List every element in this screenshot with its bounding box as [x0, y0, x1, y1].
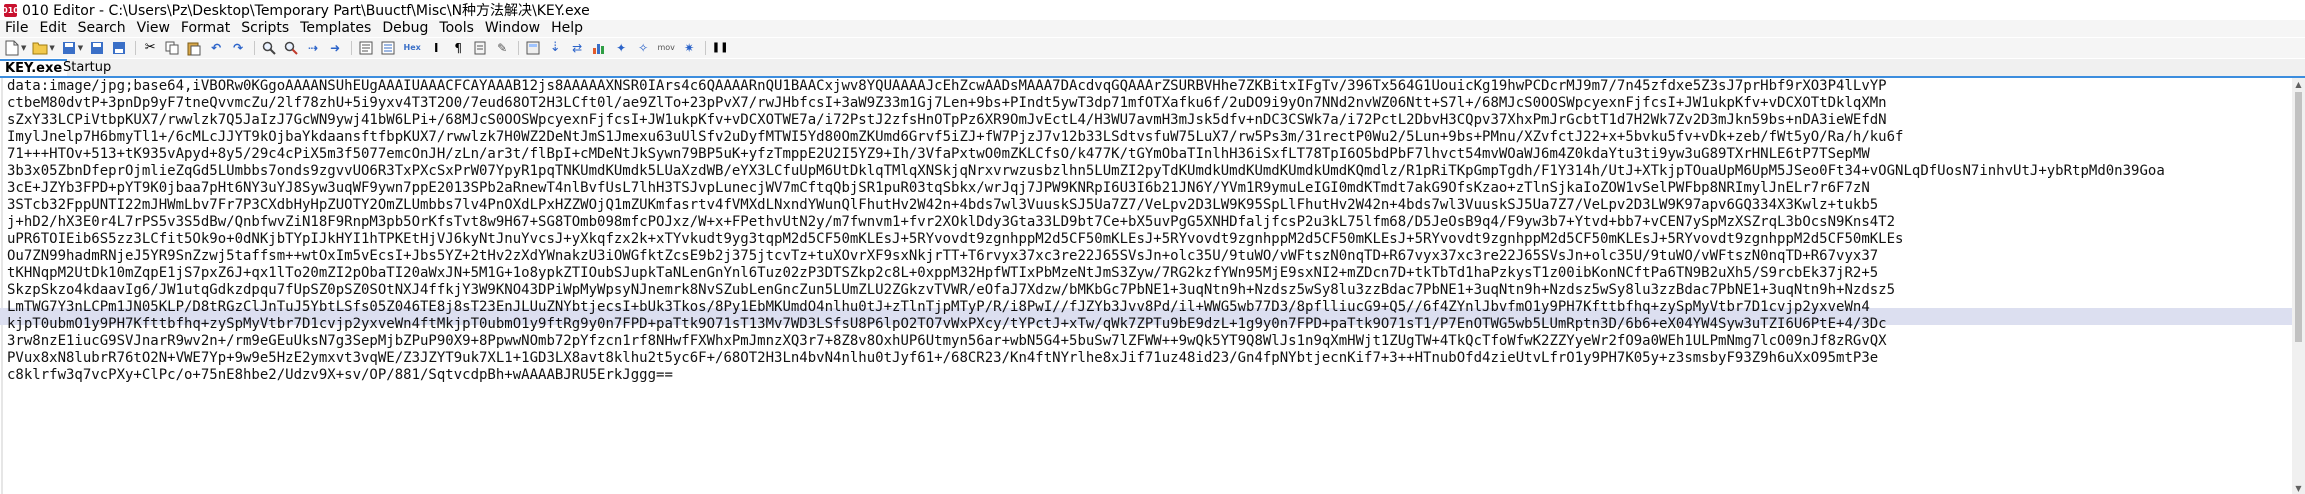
find-next-icon[interactable]: ⇢	[305, 40, 321, 56]
replace-icon[interactable]	[283, 40, 299, 56]
title-bar: 010 010 Editor - C:\Users\Pz\Desktop\Tem…	[0, 0, 2305, 20]
menu-view[interactable]: View	[132, 20, 176, 37]
tab-startup[interactable]: Startup	[58, 59, 116, 76]
editor-line[interactable]: tKHNqpM2UtDk10mZqpE1jS7pxZ6J+qx1lTo20mZI…	[7, 265, 1878, 282]
redo-icon[interactable]: ↷	[230, 40, 246, 56]
copy-icon[interactable]	[164, 40, 180, 56]
editor-line[interactable]: 3rw8nzE1iucG9SVJnarR9wv2n+/rm9eGEuUksN7g…	[7, 333, 1887, 350]
chevron-down-icon[interactable]: ▼	[49, 44, 54, 52]
scroll-down-icon[interactable]: ▼	[2292, 482, 2305, 494]
menu-window[interactable]: Window	[480, 20, 546, 37]
new-file-icon[interactable]	[4, 40, 20, 56]
editor-line[interactable]: 71+++HTOv+513+tK935vApyd+8y5/29c4cPiX5m3…	[7, 146, 1870, 163]
paragraph-icon[interactable]: ¶	[450, 40, 466, 56]
script-icon[interactable]: ✷	[681, 40, 697, 56]
toolbar-divider	[518, 41, 520, 55]
tab-label: Startup	[63, 60, 112, 75]
menu-templates[interactable]: Templates	[295, 20, 377, 37]
toolbar: ▼ ▼ ▼ ✂ ↶ ↷ ⇢ ➜ Hex I ¶ ✎ ⇣ ⇄ ✦ ✧ mov ✷ …	[0, 38, 2305, 58]
editor-line[interactable]: j+hD2/hX3E0r4L7rPS5v3S5dBw/QnbfwvZiN18F9…	[7, 214, 1895, 231]
open-folder-icon[interactable]	[32, 40, 48, 56]
editor-line[interactable]: uPR6TOIEib6S5zz3LCfit5Ok9o+0dNKjbTYpIJkH…	[7, 231, 1903, 248]
menu-bar: File Edit Search View Format Scripts Tem…	[0, 20, 2305, 37]
menu-tools[interactable]: Tools	[434, 20, 480, 37]
text-view-icon[interactable]	[380, 40, 396, 56]
editor-line[interactable]: kjpT0ubmO1y9PH7Kfttbfhq+zySpMyVtbr7D1cvj…	[7, 316, 1887, 333]
editor-line[interactable]: ctbeM80dvtP+3pnDp9yF7tneQvvmcZu/2lf78zhU…	[7, 95, 1887, 112]
toolbar-divider	[705, 41, 707, 55]
menu-scripts[interactable]: Scripts	[236, 20, 295, 37]
close-file-icon[interactable]	[111, 40, 127, 56]
save-all-icon[interactable]	[89, 40, 105, 56]
checksum-icon[interactable]: ✦	[613, 40, 629, 56]
histogram-icon[interactable]	[591, 40, 607, 56]
editor-line[interactable]: sZxY33LCPiVtbpKUX7/rwwlzk7Q5JaIzJ7GcWN9y…	[7, 112, 1887, 129]
vertical-scrollbar[interactable]: ▲ ▼	[2292, 78, 2305, 494]
undo-icon[interactable]: ↶	[208, 40, 224, 56]
inspector-icon[interactable]: ⇣	[547, 40, 563, 56]
menu-file[interactable]: File	[0, 20, 34, 37]
chevron-down-icon[interactable]: ▼	[78, 44, 83, 52]
tab-bar: KEY.exe Startup	[0, 59, 2305, 78]
editor-line[interactable]: ImylJnelp7H6bmyTl1+/6cMLcJJYT9kOjbaYkdaa…	[7, 129, 1903, 146]
editor-line[interactable]: data:image/jpg;base64,iVBORw0KGgoAAAANSU…	[7, 78, 1887, 95]
function-icon[interactable]: ✧	[635, 40, 651, 56]
menu-format[interactable]: Format	[176, 20, 236, 37]
scroll-up-icon[interactable]: ▲	[2292, 78, 2305, 90]
editor-line[interactable]: LmTWG7Y3nLCPm1JN05KLP/D8tRGzClJnTuJ5YbtL…	[7, 299, 1870, 316]
editor-line[interactable]: c8klrfw3q7vcPXy+ClPc/o+75nE8hbe2/Udzv9X+…	[7, 367, 673, 384]
hex-view-icon[interactable]	[358, 40, 374, 56]
goto-icon[interactable]: ➜	[327, 40, 343, 56]
show-whitespace-icon[interactable]: Hex	[402, 40, 422, 56]
bookmark-icon[interactable]: ✎	[494, 40, 510, 56]
mov-label-icon[interactable]: mov	[657, 40, 675, 56]
editor-line[interactable]: 3cE+JZYb3FPD+pYT9K0jbaa7pHt6NY3uYJ8Syw3u…	[7, 180, 1870, 197]
app-icon: 010	[2, 3, 19, 17]
toolbar-divider	[351, 41, 353, 55]
text-editor[interactable]: data:image/jpg;base64,iVBORw0KGgoAAAANSU…	[0, 78, 2292, 494]
scrollbar-thumb[interactable]	[2295, 92, 2302, 342]
word-wrap-icon[interactable]	[472, 40, 488, 56]
editor-line[interactable]: 3b3x05ZbnDfeprOjmlieZqGd5LUmbbs7onds9zgv…	[7, 163, 2165, 180]
window-title: 010 Editor - C:\Users\Pz\Desktop\Tempora…	[22, 3, 590, 19]
tab-label: KEY.exe	[5, 61, 63, 76]
find-icon[interactable]	[261, 40, 277, 56]
menu-search[interactable]: Search	[73, 20, 132, 37]
editor-line[interactable]: 3STcb32FppUNTI22mJHWmLbv7Fr7P3CXdbHyHpZU…	[7, 197, 1878, 214]
cut-icon[interactable]: ✂	[142, 40, 158, 56]
menu-help[interactable]: Help	[546, 20, 589, 37]
editor-gutter	[1, 78, 3, 494]
compare-icon[interactable]: ⇄	[569, 40, 585, 56]
paste-icon[interactable]	[186, 40, 202, 56]
pause-icon[interactable]: ❚❚	[712, 40, 729, 56]
editor-line[interactable]: Ou7ZN99hadmRNjeJ5YR9SnZzwj5taffsm++wtOxI…	[7, 248, 1878, 265]
menu-edit[interactable]: Edit	[34, 20, 72, 37]
editor-line[interactable]: PVux8xN8lubrR76tO2N+VWE7Yp+9w9e5HzE2ymxv…	[7, 350, 1878, 367]
editor-line[interactable]: SkzpSkzo4kdaavIg6/JW1utqGdkzdpqu7fUpSZ0p…	[7, 282, 1895, 299]
text-cursor-icon[interactable]: I	[428, 40, 444, 56]
toolbar-divider	[135, 41, 137, 55]
calculator-icon[interactable]	[525, 40, 541, 56]
menu-debug[interactable]: Debug	[377, 20, 434, 37]
save-icon[interactable]	[61, 40, 77, 56]
toolbar-divider	[254, 41, 256, 55]
chevron-down-icon[interactable]: ▼	[21, 44, 26, 52]
